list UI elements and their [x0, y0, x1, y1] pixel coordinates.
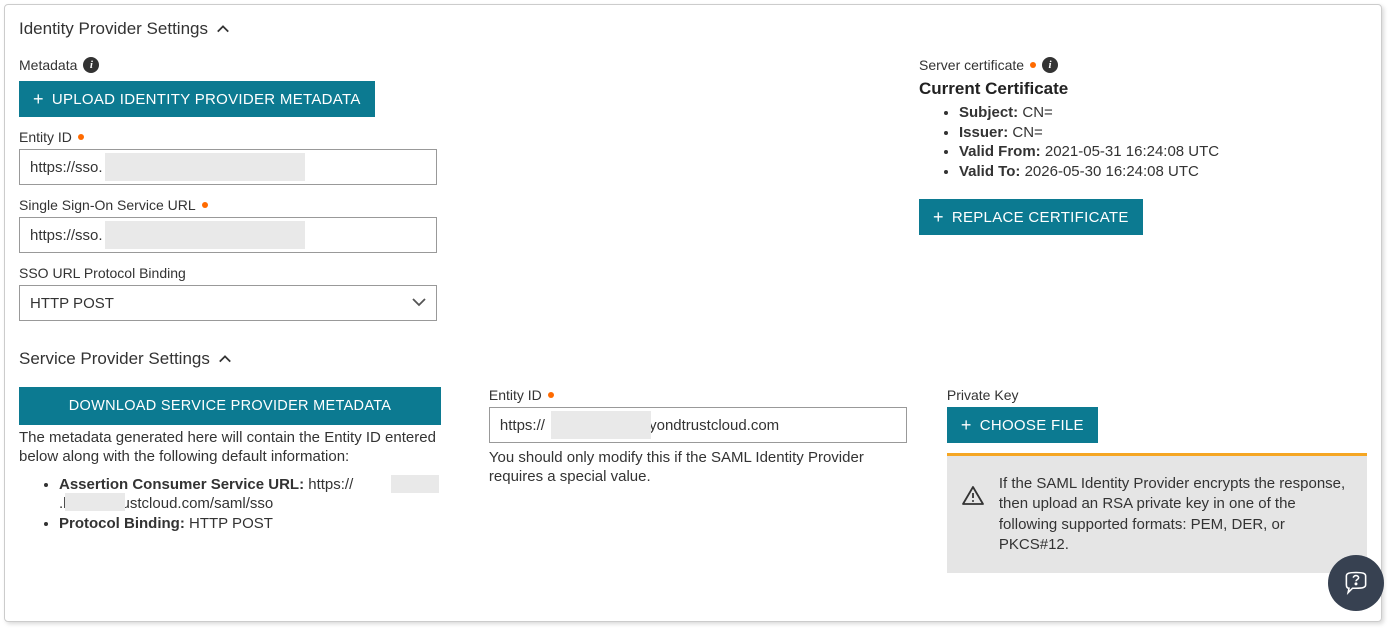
plus-icon: + — [961, 416, 972, 434]
download-sp-metadata-label: DOWNLOAD SERVICE PROVIDER METADATA — [69, 398, 392, 414]
private-key-alert: If the SAML Identity Provider encrypts t… — [947, 453, 1367, 573]
help-fab-button[interactable] — [1328, 555, 1384, 611]
replace-certificate-button[interactable]: + REPLACE CERTIFICATE — [919, 199, 1143, 235]
chevron-up-icon — [216, 22, 230, 36]
upload-idp-metadata-label: UPLOAD IDENTITY PROVIDER METADATA — [52, 91, 361, 108]
required-dot-icon — [78, 134, 84, 140]
chevron-up-icon — [218, 352, 232, 366]
sp-defaults-list: Assertion Consumer Service URL: https://… — [19, 475, 449, 534]
plus-icon: + — [933, 208, 944, 226]
sp-entity-id-label: Entity ID — [489, 387, 542, 403]
sp-entity-id-help: You should only modify this if the SAML … — [489, 449, 907, 487]
required-dot-icon — [548, 392, 554, 398]
binding-select[interactable]: HTTP POST — [19, 285, 437, 321]
choose-file-label: CHOOSE FILE — [980, 417, 1084, 434]
required-dot-icon — [202, 202, 208, 208]
info-icon[interactable]: i — [83, 57, 99, 73]
choose-file-button[interactable]: + CHOOSE FILE — [947, 407, 1098, 443]
required-dot-icon — [1030, 62, 1036, 68]
server-cert-label: Server certificate — [919, 57, 1024, 73]
alert-text: If the SAML Identity Provider encrypts t… — [999, 474, 1353, 555]
binding-label: SSO URL Protocol Binding — [19, 265, 186, 281]
cert-details-list: Subject: CN= Issuer: CN= Valid From: 202… — [919, 103, 1367, 181]
warning-icon — [961, 484, 985, 508]
sp-section-header[interactable]: Service Provider Settings — [19, 349, 1367, 369]
sp-metadata-desc: The metadata generated here will contain… — [19, 429, 449, 467]
idp-section-title: Identity Provider Settings — [19, 19, 208, 39]
entity-id-label: Entity ID — [19, 129, 72, 145]
current-cert-heading: Current Certificate — [919, 79, 1367, 99]
sso-url-label: Single Sign-On Service URL — [19, 197, 196, 213]
help-chat-icon — [1342, 569, 1370, 597]
sp-section-title: Service Provider Settings — [19, 349, 210, 369]
idp-section-header[interactable]: Identity Provider Settings — [19, 19, 1367, 39]
upload-idp-metadata-button[interactable]: + UPLOAD IDENTITY PROVIDER METADATA — [19, 81, 375, 117]
private-key-label: Private Key — [947, 387, 1019, 403]
replace-certificate-label: REPLACE CERTIFICATE — [952, 209, 1129, 226]
download-sp-metadata-button[interactable]: DOWNLOAD SERVICE PROVIDER METADATA — [19, 387, 441, 425]
plus-icon: + — [33, 90, 44, 108]
binding-selected-value: HTTP POST — [30, 295, 114, 312]
metadata-label: Metadata — [19, 57, 77, 73]
info-icon[interactable]: i — [1042, 57, 1058, 73]
